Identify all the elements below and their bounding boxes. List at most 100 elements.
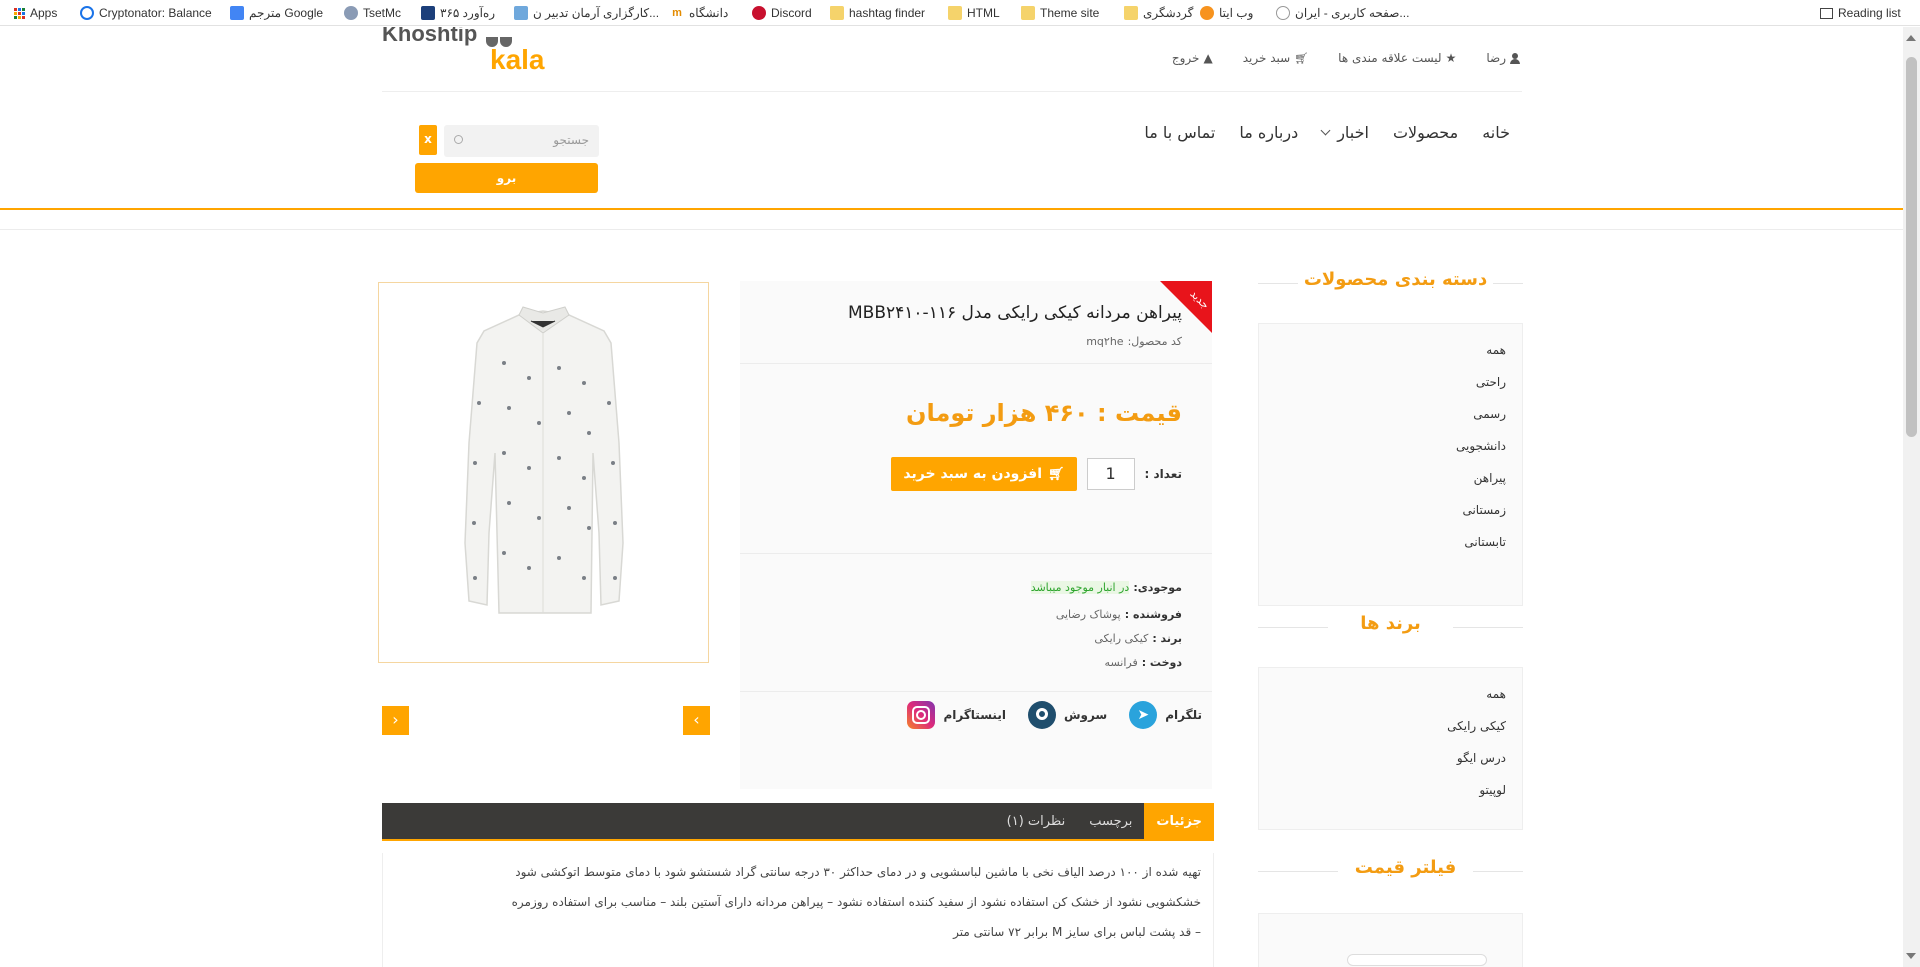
logout-label: خروج [1171,51,1200,65]
user-link[interactable]: رضا [1486,51,1520,65]
share-instagram[interactable]: اینستاگرام [907,701,1006,729]
google-translate-icon [230,6,244,20]
bookmark-university[interactable]: m دانشگاه [670,5,728,21]
star-icon: ★ [1445,51,1457,65]
soroush-label: سروش [1063,708,1108,722]
bookmark-label: وب ایتا [1219,6,1254,20]
brands-list: همه کیکی رایکی درس ایگو لوپیتو [1258,667,1523,830]
bookmark-tsetmc[interactable]: TsetMc [344,5,401,21]
category-item[interactable]: راحتی [1259,366,1522,398]
product-info-card: جدید پیراهن مردانه کیکی رایکی مدل ۱۱۶-MB… [740,281,1212,789]
bookmark-label: Discord [771,6,812,20]
site-logo[interactable]: Khoshtip kala [382,27,562,75]
globe-icon [1276,6,1290,20]
apps-grid-icon [14,7,25,19]
scroll-up-icon[interactable] [1906,35,1916,41]
bookmark-label: Reading list [1838,6,1901,20]
reading-list-icon [1820,7,1833,19]
bookmark-hashtag-finder[interactable]: hashtag finder [830,5,925,21]
bookmark-html[interactable]: HTML [948,5,1000,21]
product-image-frame[interactable] [378,282,709,663]
stock-row: موجودی: در انبار موجود میباشد [1030,581,1182,594]
bookmark-label: TsetMc [363,6,402,20]
tsetmc-icon [344,6,358,20]
add-to-cart-button[interactable]: 🛒︎ افزودن به سبد خرید [891,457,1077,491]
clear-search-button[interactable]: x [419,125,437,155]
warning-icon: ▲ [1203,51,1213,65]
instagram-icon [907,701,936,729]
brand-item[interactable]: درس ایگو [1259,742,1522,774]
telegram-label: تلگرام [1165,708,1202,722]
tab-details[interactable]: جزئیات [1144,803,1214,841]
bookmark-cryptonator[interactable]: Cryptonator: Balance [80,5,212,21]
page-scrollbar[interactable] [1903,27,1920,967]
category-item[interactable]: تابستانی [1259,526,1522,558]
logo-bottom-text: kala [490,44,545,75]
scroll-down-icon[interactable] [1906,953,1916,959]
categories-list: همه راحتی رسمی دانشجویی پیراهن زمستانی ت… [1258,323,1523,606]
bookmark-rahavard[interactable]: ره‌آورد ۳۶۵ [421,5,495,21]
nav-news-label: اخبار [1337,122,1369,142]
header-accent-line [0,208,1903,210]
gallery-next-button[interactable]: › [683,706,710,735]
armantadbir-icon [514,6,528,20]
made-row: دوخت : فرانسه [1105,656,1182,669]
bookmark-label: صفحه کاربری - ایران... [1295,6,1410,20]
cart-link[interactable]: 🛒︎ سبد خرید [1243,51,1308,65]
main-nav: خانه محصولات اخبار درباره ما تماس با ما [1100,120,1510,144]
bookmark-theme-site[interactable]: Theme site [1021,5,1099,21]
product-code-value: mq۲he [1086,335,1124,348]
category-item[interactable]: رسمی [1259,398,1522,430]
nav-news[interactable]: اخبار [1320,122,1369,142]
brand-item[interactable]: همه [1259,678,1522,710]
cryptonator-icon [80,6,94,20]
description-line: – قد پشت لباس برای سایز M برابر ۷۲ سانتی… [953,925,1201,939]
brands-header: برند ها [1258,613,1523,643]
nav-home[interactable]: خانه [1482,123,1510,142]
qty-input[interactable]: 1 [1086,458,1135,490]
share-soroush[interactable]: سروش [1027,701,1108,729]
brand-item[interactable]: لوپیتو [1259,774,1522,806]
bookmark-armantadbir[interactable]: کارگزاری آرمان تدبیر ن... [514,5,659,21]
share-telegram[interactable]: تلگرام ➤ [1129,701,1202,729]
scroll-thumb[interactable] [1906,57,1917,437]
tab-tags[interactable]: برچسب [1077,803,1144,841]
bookmark-google-translate[interactable]: مترجم Google [230,5,323,21]
category-item[interactable]: پیراهن [1259,462,1522,494]
discord-icon [752,6,766,20]
cart-icon: 🛒︎ [1294,51,1309,65]
logout-link[interactable]: ▲ خروج [1172,51,1213,65]
category-item[interactable]: دانشجویی [1259,430,1522,462]
brand-label: برند : [1152,632,1182,645]
category-item[interactable]: زمستانی [1259,494,1522,526]
price-slider[interactable] [1347,954,1487,966]
search-input[interactable]: جستجو [444,125,599,157]
bookmark-eitaa[interactable]: وب ایتا [1200,5,1253,21]
category-item[interactable]: همه [1259,334,1522,366]
price-filter-box [1258,913,1523,967]
instagram-label: اینستاگرام [943,708,1006,722]
nav-products[interactable]: محصولات [1393,123,1458,142]
made-label: دوخت : [1141,656,1182,669]
wishlist-link[interactable]: ★ لیست علاقه مندی ها [1338,51,1456,65]
nav-about[interactable]: درباره ما [1239,123,1298,142]
search-go-button[interactable]: برو [415,163,598,193]
bookmark-tourism[interactable]: گردشگری [1124,5,1193,21]
rahavard-icon [421,6,435,20]
bookmark-label: Cryptonator: Balance [99,6,212,20]
telegram-icon: ➤ [1129,701,1158,729]
reading-list[interactable]: Reading list [1820,5,1901,21]
bookmark-discord[interactable]: Discord [752,5,812,21]
bookmark-apps[interactable]: Apps [14,5,57,21]
bookmark-label: Apps [30,6,58,20]
tab-comments[interactable]: نظرات (۱) [995,803,1078,841]
brand-value[interactable]: کیکی رایکی [1094,632,1148,645]
nav-contact[interactable]: تماس با ما [1144,123,1215,142]
price-filter-header: فیلتر قیمت [1258,857,1523,887]
gallery-prev-button[interactable]: ‹ [382,706,409,735]
bookmark-label: دانشگاه [689,6,729,20]
bookmark-iran-user[interactable]: صفحه کاربری - ایران... [1276,5,1409,21]
made-value: فرانسه [1104,656,1138,669]
user-icon [1510,52,1520,64]
brand-item[interactable]: کیکی رایکی [1259,710,1522,742]
